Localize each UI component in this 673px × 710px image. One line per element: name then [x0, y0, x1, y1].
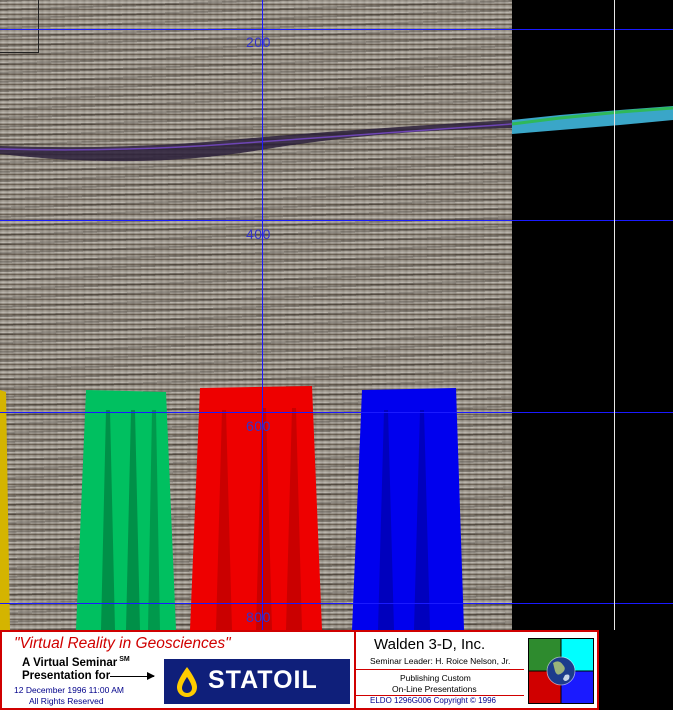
depth-label: 200 — [246, 34, 271, 50]
banner-left-panel: "Virtual Reality in Geosciences" A Virtu… — [2, 632, 354, 708]
depth-label: 400 — [246, 226, 271, 242]
vertical-gridline — [262, 0, 263, 630]
seminar-leader: Seminar Leader: H. Roice Nelson, Jr. — [370, 656, 511, 666]
statoil-logo: STATOIL — [164, 659, 350, 704]
presentation-for-label: Presentation for — [22, 670, 111, 682]
seismic-overlay — [0, 106, 673, 630]
globe-logo-icon — [528, 638, 594, 704]
depth-label: 800 — [246, 609, 271, 625]
publishing-line-1: Publishing Custom — [400, 673, 471, 683]
arrow-right-icon — [110, 672, 155, 680]
banner-right-panel: Walden 3-D, Inc. Seminar Leader: H. Roic… — [356, 632, 597, 708]
statoil-drop-icon — [177, 667, 197, 697]
statoil-wordmark: STATOIL — [208, 666, 318, 694]
horizon-band — [0, 120, 512, 162]
seminar-title: "Virtual Reality in Geosciences" — [14, 635, 231, 652]
depth-gridline — [0, 220, 673, 221]
publishing-line-2: On-Line Presentations — [392, 684, 477, 694]
depth-gridline — [0, 29, 673, 30]
rights-notice: All Rights Reserved — [29, 696, 104, 706]
service-mark: SM — [119, 656, 130, 663]
depth-gridline — [0, 603, 673, 604]
company-name: Walden 3-D, Inc. — [374, 636, 486, 653]
copyright-notice: ELDO 1296G006 Copyright © 1996 — [370, 696, 496, 705]
depth-gridline — [0, 412, 673, 413]
presentation-date: 12 December 1996 11:00 AM — [14, 685, 124, 695]
well-curtain-green — [76, 390, 176, 630]
depth-label: 600 — [246, 418, 271, 434]
well-curtain-yellow — [0, 390, 10, 630]
banner-rule — [356, 669, 524, 670]
virtual-seminar-text: A Virtual Seminar — [22, 656, 118, 669]
well-curtain-blue — [352, 388, 464, 630]
virtual-seminar-label: A Virtual Seminar SM — [22, 656, 130, 669]
presentation-banner: "Virtual Reality in Geosciences" A Virtu… — [0, 630, 599, 710]
vertical-gridline — [614, 0, 615, 630]
